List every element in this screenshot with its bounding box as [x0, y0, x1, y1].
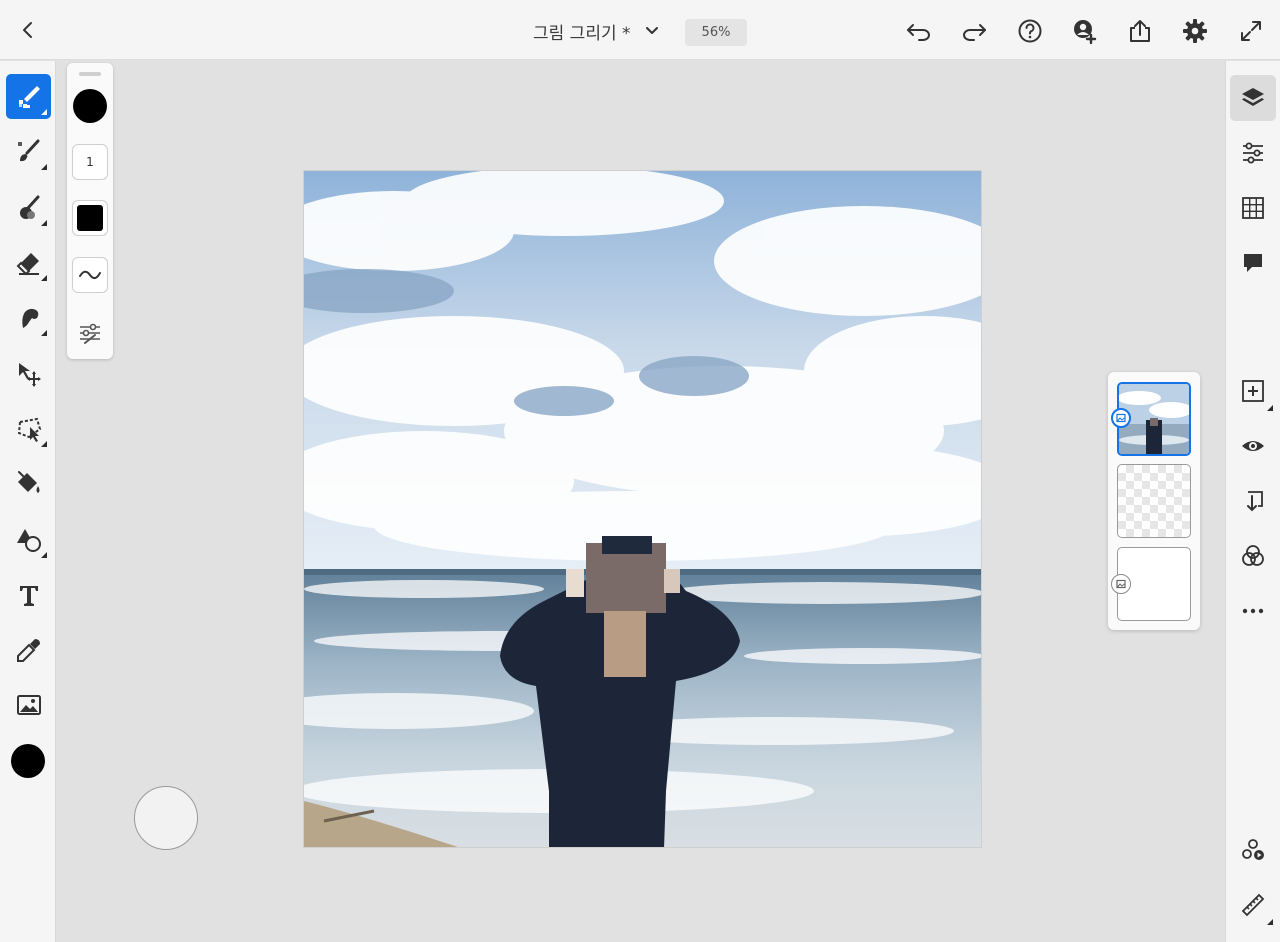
- image-icon: [16, 694, 41, 715]
- more-dots-icon: [1242, 608, 1264, 614]
- brush-tip-preview[interactable]: [72, 200, 108, 236]
- text-tool[interactable]: [6, 572, 51, 617]
- eye-icon: [1242, 441, 1264, 451]
- brush-opacity-field[interactable]: 1: [72, 144, 108, 180]
- merge-down-icon: [1247, 491, 1263, 512]
- touch-modifier-button[interactable]: [134, 786, 198, 850]
- sliders-icon: [1243, 142, 1263, 164]
- square-tip-icon: [77, 205, 103, 231]
- mixer-brush-tool[interactable]: [6, 185, 51, 230]
- share-icon[interactable]: [1126, 17, 1154, 45]
- current-color-swatch[interactable]: [11, 744, 45, 778]
- top-bar: 그림 그리기 * 56%: [0, 0, 1280, 60]
- panel-grip-handle[interactable]: [79, 72, 101, 76]
- visibility-button[interactable]: [1230, 423, 1276, 469]
- redo-icon[interactable]: [960, 17, 988, 45]
- livestream-button[interactable]: [1230, 827, 1276, 873]
- add-layer-icon: [1242, 380, 1264, 402]
- zoom-level[interactable]: 56%: [685, 19, 747, 46]
- livestream-icon: [1242, 839, 1264, 860]
- invite-user-icon[interactable]: [1071, 17, 1099, 45]
- shapes-icon: [16, 528, 41, 552]
- fullscreen-icon[interactable]: [1237, 17, 1265, 45]
- merge-down-button[interactable]: [1230, 478, 1276, 524]
- smudge-tool[interactable]: [6, 295, 51, 340]
- layer-thumb-transparent[interactable]: [1117, 464, 1191, 538]
- smudge-icon: [21, 308, 38, 328]
- ruler-button[interactable]: [1230, 882, 1276, 928]
- lasso-icon: [17, 417, 41, 442]
- layer-properties-button[interactable]: [1230, 130, 1276, 176]
- image-layer-badge-icon: [1111, 574, 1131, 594]
- eyedropper-icon: [16, 638, 40, 662]
- brush-settings-panel: 1: [67, 63, 113, 359]
- blend-circles-icon: [1242, 545, 1264, 566]
- layers-icon: [1242, 88, 1264, 106]
- brush-opacity-value: 1: [86, 155, 94, 169]
- settings-gear-icon[interactable]: [1181, 17, 1209, 45]
- help-icon[interactable]: [1016, 17, 1044, 45]
- grid-button[interactable]: [1230, 185, 1276, 231]
- pixel-brush-tool[interactable]: [6, 74, 51, 119]
- beach-photo: [304, 171, 981, 847]
- document-title-menu[interactable]: 그림 그리기 *: [533, 18, 661, 44]
- comments-button[interactable]: [1230, 240, 1276, 286]
- comment-icon: [1244, 254, 1262, 272]
- left-toolbar: [0, 61, 56, 942]
- image-layer-badge-icon: [1111, 408, 1131, 428]
- pixel-brush-icon: [18, 85, 40, 108]
- place-image-tool[interactable]: [6, 682, 51, 727]
- paint-brush-icon: [17, 139, 39, 161]
- right-toolbar: [1225, 61, 1280, 942]
- paint-brush-tool[interactable]: [6, 129, 51, 174]
- eraser-icon: [16, 252, 39, 275]
- text-icon: [19, 585, 38, 606]
- brush-stroke-preview[interactable]: [72, 257, 108, 293]
- layers-stack: [1108, 372, 1200, 630]
- eraser-tool[interactable]: [6, 240, 51, 285]
- paint-bucket-icon: [17, 470, 39, 493]
- more-options-button[interactable]: [1230, 588, 1276, 634]
- grid-icon: [1242, 197, 1264, 219]
- brush-settings-sliders-icon[interactable]: [78, 321, 102, 345]
- blend-mode-button[interactable]: [1230, 533, 1276, 579]
- back-chevron-icon[interactable]: [14, 16, 42, 44]
- wave-stroke-icon: [79, 270, 101, 279]
- layers-panel-button[interactable]: [1230, 75, 1276, 121]
- shapes-tool[interactable]: [6, 517, 51, 562]
- chevron-down-icon[interactable]: [645, 23, 661, 39]
- eyedropper-tool[interactable]: [6, 627, 51, 672]
- move-icon: [18, 362, 41, 387]
- move-transform-tool[interactable]: [6, 351, 51, 396]
- ruler-icon: [1241, 893, 1265, 917]
- lasso-selection-tool[interactable]: [6, 406, 51, 451]
- document-canvas[interactable]: [303, 170, 982, 848]
- brush-size-preview[interactable]: [73, 89, 107, 123]
- document-title[interactable]: 그림 그리기 *: [533, 19, 631, 44]
- fill-tool[interactable]: [6, 461, 51, 506]
- mixer-brush-icon: [19, 195, 39, 219]
- undo-icon[interactable]: [905, 17, 933, 45]
- add-layer-button[interactable]: [1230, 368, 1276, 414]
